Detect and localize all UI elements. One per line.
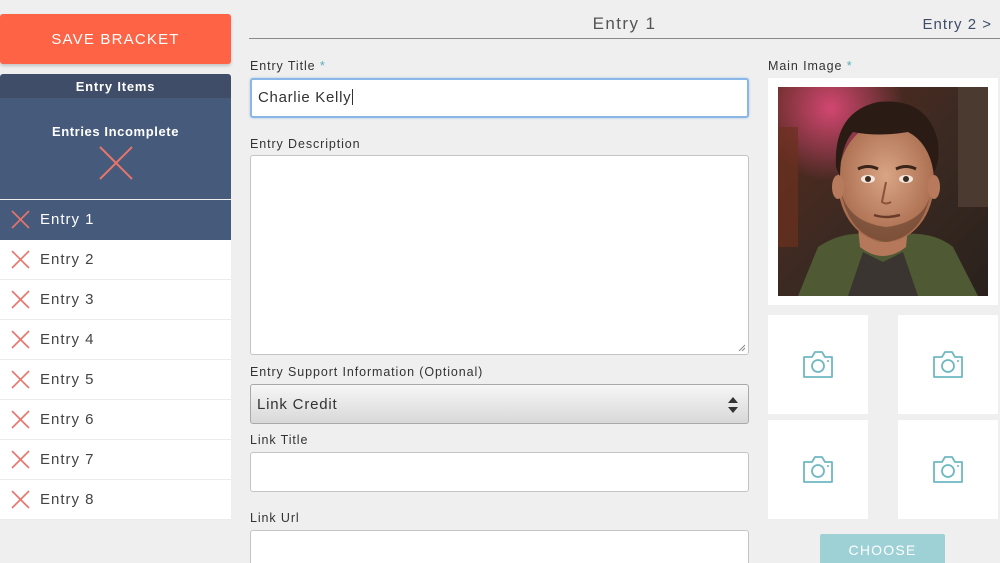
link-url-input[interactable] <box>250 530 749 563</box>
entry-description-label: Entry Description <box>250 137 361 151</box>
incomplete-x-icon <box>11 210 30 229</box>
entry-item-8[interactable]: Entry 8 <box>0 480 231 520</box>
additional-image-slot-2[interactable] <box>898 315 998 414</box>
incomplete-x-icon <box>11 290 30 309</box>
entry-description-textarea[interactable] <box>250 155 749 355</box>
entry-list: Entry 1 Entry 2 Entry 3 Entry 4 Entry 5 … <box>0 200 231 520</box>
entry-item-1[interactable]: Entry 1 <box>0 200 231 240</box>
main-image-photo[interactable] <box>778 87 988 296</box>
incomplete-x-icon <box>11 330 30 349</box>
additional-image-slot-4[interactable] <box>898 420 998 519</box>
entry-item-label: Entry 8 <box>40 491 95 508</box>
incomplete-x-icon <box>11 370 30 389</box>
entry-items-header: Entry Items <box>0 74 231 98</box>
incomplete-x-icon <box>11 410 30 429</box>
incomplete-x-icon <box>11 490 30 509</box>
main-image-label: Main Image * <box>768 59 852 73</box>
entry-item-6[interactable]: Entry 6 <box>0 400 231 440</box>
additional-image-slot-1[interactable] <box>768 315 868 414</box>
main-image-label-text: Main Image <box>768 59 843 73</box>
entry-title-value: Charlie Kelly <box>258 89 354 106</box>
camera-icon <box>803 350 833 378</box>
entry-item-label: Entry 4 <box>40 331 95 348</box>
support-info-label: Entry Support Information (Optional) <box>250 365 484 379</box>
portrait-photo <box>778 87 988 296</box>
support-info-select[interactable]: Link Credit <box>250 384 749 424</box>
link-title-label: Link Title <box>250 433 309 447</box>
incomplete-x-icon <box>11 450 30 469</box>
main-image-frame <box>768 78 998 305</box>
entry-item-5[interactable]: Entry 5 <box>0 360 231 400</box>
entry-item-7[interactable]: Entry 7 <box>0 440 231 480</box>
camera-icon <box>933 350 963 378</box>
next-entry-link[interactable]: Entry 2 > <box>923 16 992 33</box>
entry-item-label: Entry 3 <box>40 291 95 308</box>
current-entry-title: Entry 1 <box>592 14 657 33</box>
entry-item-label: Entry 2 <box>40 251 95 268</box>
support-info-selected: Link Credit <box>257 396 338 413</box>
select-arrows-icon <box>728 397 738 413</box>
entry-title-label-text: Entry Title <box>250 59 316 73</box>
camera-icon <box>933 455 963 483</box>
incomplete-x-icon <box>98 146 133 180</box>
entry-title-input[interactable]: Charlie Kelly <box>250 78 749 118</box>
entry-title-label: Entry Title * <box>250 59 326 73</box>
required-mark: * <box>319 59 326 73</box>
sidebar: SAVE BRACKET Entry Items Entries Incompl… <box>0 0 231 563</box>
incomplete-x-icon <box>11 250 30 269</box>
entry-item-label: Entry 6 <box>40 411 95 428</box>
choose-image-button[interactable]: CHOOSE <box>820 534 945 563</box>
additional-image-slot-3[interactable] <box>768 420 868 519</box>
resize-grip-icon[interactable] <box>738 344 746 352</box>
link-url-label: Link Url <box>250 511 300 525</box>
link-title-input[interactable] <box>250 452 749 492</box>
entry-item-3[interactable]: Entry 3 <box>0 280 231 320</box>
entry-item-4[interactable]: Entry 4 <box>0 320 231 360</box>
entry-nav-bar: Entry 1 Entry 2 > <box>249 0 1000 39</box>
entry-item-label: Entry 5 <box>40 371 95 388</box>
entry-item-2[interactable]: Entry 2 <box>0 240 231 280</box>
entries-status-panel: Entries Incomplete <box>0 98 231 199</box>
entry-item-label: Entry 1 <box>40 211 95 228</box>
required-mark: * <box>846 59 853 73</box>
entries-status-text: Entries Incomplete <box>51 124 180 139</box>
camera-icon <box>803 455 833 483</box>
save-bracket-button[interactable]: SAVE BRACKET <box>0 14 231 64</box>
entry-item-label: Entry 7 <box>40 451 95 468</box>
